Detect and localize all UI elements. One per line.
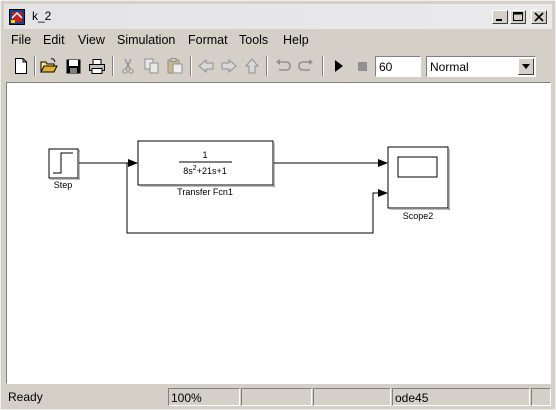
menu-simulation[interactable]: Simulation	[117, 33, 175, 47]
step-block[interactable]	[48, 148, 80, 180]
redo-button[interactable]	[297, 57, 315, 75]
close-icon	[534, 12, 544, 22]
transfer-fcn-denominator: 8s2+21s+1	[183, 165, 226, 176]
save-button[interactable]	[64, 57, 82, 75]
forward-button[interactable]	[220, 57, 238, 75]
scope-block[interactable]	[387, 146, 450, 210]
transfer-fcn-label: Transfer Fcn1	[177, 187, 233, 197]
status-cell-empty	[313, 388, 391, 406]
scope-label: Scope2	[403, 211, 434, 221]
print-icon	[89, 58, 105, 74]
minimize-icon	[496, 19, 502, 21]
zoom-level: 100%	[168, 388, 240, 406]
copy-button[interactable]	[143, 57, 161, 75]
menu-help[interactable]: Help	[283, 33, 309, 47]
dropdown-arrow-button[interactable]	[518, 58, 534, 75]
window-title: k_2	[32, 9, 52, 23]
back-icon	[198, 59, 214, 73]
status-text: Ready	[8, 390, 43, 404]
toolbar-separator	[322, 56, 324, 76]
title-bar[interactable]: k_2	[4, 4, 552, 29]
status-bar: Ready 100% ode45	[4, 387, 552, 407]
play-icon	[335, 60, 343, 72]
stop-time-input[interactable]: 60	[375, 56, 421, 77]
toolbar-separator	[190, 56, 192, 76]
maximize-icon	[513, 12, 523, 21]
stop-icon	[357, 61, 367, 71]
toolbar-separator	[112, 56, 114, 76]
start-simulation-button[interactable]	[330, 57, 348, 75]
cut-button[interactable]	[119, 57, 137, 75]
close-button[interactable]	[531, 10, 547, 24]
status-cell-empty	[241, 388, 312, 406]
menu-format[interactable]: Format	[188, 33, 228, 47]
menu-tools[interactable]: Tools	[239, 33, 268, 47]
up-button[interactable]	[243, 57, 261, 75]
resize-grip[interactable]	[531, 388, 551, 406]
stop-simulation-button[interactable]	[353, 57, 371, 75]
undo-icon	[276, 59, 291, 71]
solver-name: ode45	[392, 388, 530, 406]
copy-icon	[144, 58, 159, 74]
forward-icon	[221, 59, 237, 73]
toolbar-separator	[266, 56, 268, 76]
open-button[interactable]	[40, 57, 58, 75]
new-icon	[15, 58, 27, 74]
new-model-button[interactable]	[12, 57, 30, 75]
transfer-fcn-numerator: 1	[202, 150, 207, 160]
scope-screen-icon	[397, 156, 438, 178]
cut-icon	[122, 58, 134, 74]
chevron-down-icon	[522, 64, 530, 69]
up-icon	[245, 58, 259, 74]
toolbar: 60 Normal	[4, 53, 552, 79]
simulink-window: k_2 File Edit View Simulation Format Too…	[0, 0, 556, 410]
open-icon	[40, 58, 58, 73]
paste-button[interactable]	[166, 57, 184, 75]
paste-icon	[167, 58, 183, 74]
undo-button[interactable]	[274, 57, 292, 75]
toolbar-separator	[34, 56, 36, 76]
redo-icon	[298, 59, 313, 71]
minimize-button[interactable]	[492, 10, 508, 24]
back-button[interactable]	[197, 57, 215, 75]
block-diagram: Step 1 8s2+21s+1 Transfer Fcn1 Scope2	[48, 140, 450, 234]
maximize-button[interactable]	[510, 10, 526, 24]
simulink-app-icon	[9, 9, 25, 25]
print-button[interactable]	[88, 57, 106, 75]
step-label: Step	[54, 180, 73, 190]
simulation-mode-select[interactable]: Normal	[426, 56, 536, 77]
menu-edit[interactable]: Edit	[43, 33, 65, 47]
model-canvas[interactable]: Step 1 8s2+21s+1 Transfer Fcn1 Scope2	[6, 82, 551, 384]
menu-file[interactable]: File	[11, 33, 31, 47]
transfer-fcn-block[interactable]: 1 8s2+21s+1	[137, 140, 275, 187]
save-icon	[66, 59, 80, 73]
simulation-mode-value: Normal	[430, 60, 469, 74]
menu-view[interactable]: View	[78, 33, 105, 47]
menu-bar: File Edit View Simulation Format Tools H…	[4, 30, 552, 50]
